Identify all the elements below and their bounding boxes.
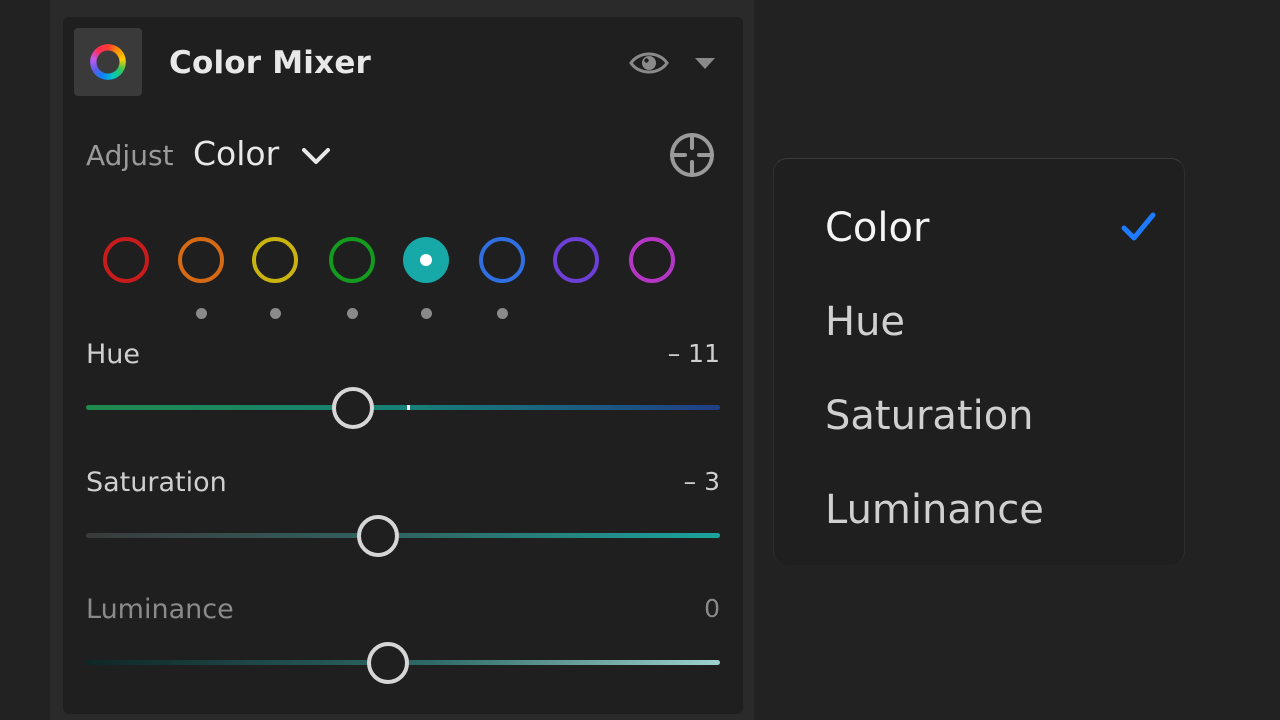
swatch-red[interactable] <box>103 237 149 283</box>
hue-track[interactable] <box>86 405 720 410</box>
hue-slider-knob[interactable] <box>332 387 375 429</box>
swatch-selected-dot <box>420 254 432 266</box>
swatch-blue[interactable] <box>479 237 525 283</box>
color-mixer-panel: Color Mixer Adjust Color Hue – 11 Satura… <box>63 17 743 714</box>
luminance-slider-knob[interactable] <box>367 642 409 684</box>
panel-title: Color Mixer <box>169 45 372 81</box>
adjust-label: Adjust <box>86 139 174 172</box>
menu-item-hue[interactable]: Hue <box>825 294 905 350</box>
color-swatches <box>101 237 701 327</box>
chevron-down-icon[interactable] <box>299 143 333 169</box>
color-mixer-header-button[interactable] <box>74 28 142 96</box>
swatch-orange[interactable] <box>178 237 224 283</box>
swatch-modified-indicator <box>269 308 281 319</box>
hue-default-tick <box>407 405 410 410</box>
caret-down-icon[interactable] <box>692 53 718 73</box>
hue-value[interactable]: – 11 <box>668 335 720 373</box>
saturation-track[interactable] <box>86 533 720 538</box>
adjust-dropdown-menu: Color Hue Saturation Luminance <box>773 158 1185 565</box>
swatch-purple[interactable] <box>553 237 599 283</box>
swatch-yellow[interactable] <box>252 237 298 283</box>
swatch-modified-indicator <box>496 308 508 319</box>
saturation-label: Saturation <box>86 467 227 498</box>
swatch-modified-indicator <box>420 308 432 319</box>
saturation-value[interactable]: – 3 <box>684 463 720 501</box>
eye-icon[interactable] <box>629 47 669 79</box>
swatch-green[interactable] <box>329 237 375 283</box>
targeted-adjustment-icon[interactable] <box>667 130 717 180</box>
luminance-value[interactable]: 0 <box>704 590 720 628</box>
swatch-modified-indicator <box>195 308 207 319</box>
luminance-label: Luminance <box>86 594 234 625</box>
adjust-dropdown[interactable]: Color <box>193 132 279 176</box>
swatch-aqua[interactable] <box>403 237 449 283</box>
menu-item-saturation[interactable]: Saturation <box>825 388 1034 444</box>
menu-item-color[interactable]: Color <box>825 200 929 256</box>
checkmark-icon <box>1121 212 1156 241</box>
hue-label: Hue <box>86 339 141 370</box>
color-wheel-icon <box>90 44 126 80</box>
swatch-magenta[interactable] <box>629 237 675 283</box>
menu-item-luminance[interactable]: Luminance <box>825 482 1044 538</box>
swatch-modified-indicator <box>346 308 358 319</box>
saturation-slider-knob[interactable] <box>357 515 400 557</box>
